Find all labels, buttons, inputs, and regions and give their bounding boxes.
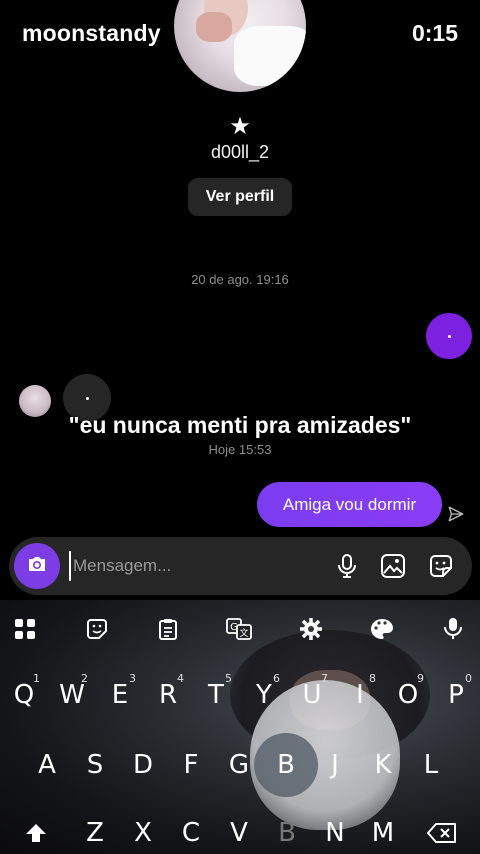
sent-message-bubble[interactable]: [426, 313, 472, 359]
video-caption: "eu nunca menti pra amizades": [68, 412, 412, 438]
profile-username: d00ll_2: [210, 142, 270, 162]
sticker-icon[interactable]: [82, 614, 112, 644]
key-r[interactable]: R4: [146, 670, 190, 720]
send-icon: [447, 505, 467, 525]
message-text: [447, 334, 451, 338]
microphone-icon[interactable]: [333, 552, 361, 580]
key-b[interactable]: B: [265, 808, 309, 854]
key-m[interactable]: M: [361, 808, 405, 854]
svg-text:文: 文: [239, 627, 248, 639]
key-d[interactable]: D: [121, 740, 165, 790]
message-text: [85, 396, 89, 400]
key-i[interactable]: I8: [338, 670, 382, 720]
view-profile-button[interactable]: Ver perfil: [188, 178, 292, 216]
key-v[interactable]: V: [217, 808, 261, 854]
key-f[interactable]: F: [169, 740, 213, 790]
key-l[interactable]: L: [409, 740, 453, 790]
timestamp: Hoje 15:53: [208, 442, 272, 457]
key-s[interactable]: S: [73, 740, 117, 790]
key-o[interactable]: O9: [386, 670, 430, 720]
key-c[interactable]: C: [169, 808, 213, 854]
translate-icon[interactable]: G文: [224, 614, 254, 644]
keyboard-toolbar: G文: [0, 614, 480, 648]
camera-button[interactable]: [14, 543, 60, 589]
date-divider: 20 de ago. 19:16: [191, 272, 289, 287]
star-icon: ★: [229, 113, 251, 140]
palette-icon[interactable]: [367, 614, 397, 644]
key-a[interactable]: A: [25, 740, 69, 790]
camera-icon: [25, 552, 49, 581]
key-j[interactable]: J: [313, 740, 357, 790]
key-u[interactable]: U7: [290, 670, 334, 720]
clipboard-icon[interactable]: [153, 614, 183, 644]
key-t[interactable]: T5: [194, 670, 238, 720]
key-p[interactable]: P0: [434, 670, 478, 720]
sticker-icon[interactable]: [427, 552, 455, 580]
backspace-icon[interactable]: [420, 808, 464, 854]
key-n[interactable]: N: [313, 808, 357, 854]
sent-message-bubble[interactable]: Amiga vou dormir: [257, 482, 442, 527]
gear-icon[interactable]: [296, 614, 326, 644]
key-w[interactable]: W2: [50, 670, 94, 720]
microphone-icon[interactable]: [438, 614, 468, 644]
key-e[interactable]: E3: [98, 670, 142, 720]
message-composer: [9, 537, 472, 595]
shift-icon[interactable]: [14, 808, 58, 854]
key-x[interactable]: X: [121, 808, 165, 854]
key-y[interactable]: Y6: [242, 670, 286, 720]
message-input[interactable]: [69, 551, 309, 581]
key-k[interactable]: K: [361, 740, 405, 790]
key-z[interactable]: Z: [73, 808, 117, 854]
apps-grid-icon[interactable]: [10, 614, 40, 644]
channel-name: moonstandy: [22, 20, 161, 46]
video-timer: 0:15: [411, 20, 458, 46]
keyboard: G文 Q1 W2 E3 R4 T5 Y6 U7 I8 O9 P0 A S D F…: [0, 600, 480, 854]
key-q[interactable]: Q1: [2, 670, 46, 720]
key-b-pressed[interactable]: B: [254, 733, 318, 797]
video-overlay: moonstandy 0:15: [0, 0, 480, 70]
gallery-icon[interactable]: [379, 552, 407, 580]
